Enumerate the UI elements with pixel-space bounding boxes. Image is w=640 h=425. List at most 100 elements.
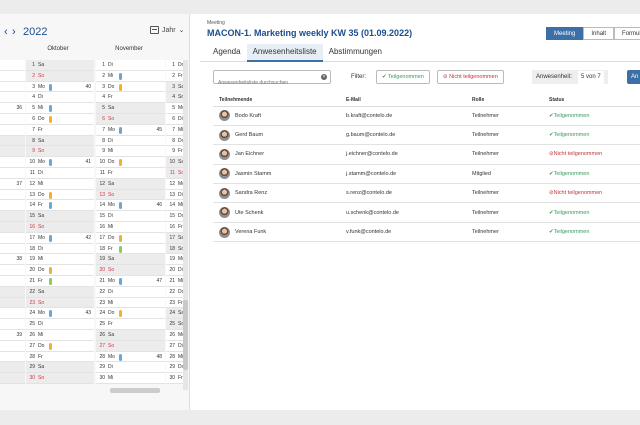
event-marker[interactable]	[119, 353, 122, 361]
calendar-day[interactable]: 10 Mo 41	[26, 157, 94, 168]
event-marker[interactable]	[119, 245, 122, 253]
calendar-day[interactable]: 13 Di	[166, 189, 183, 201]
event-marker[interactable]	[119, 159, 122, 167]
calendar-day[interactable]: 8 Sa	[26, 135, 94, 147]
calendar-day[interactable]	[0, 70, 25, 82]
calendar-day[interactable]: 7 Mo 45	[96, 124, 165, 136]
calendar-day[interactable]: 20 Do	[26, 265, 94, 276]
calendar-day[interactable]: 14 Mi	[166, 200, 183, 212]
event-marker[interactable]	[119, 126, 122, 134]
event-marker[interactable]	[49, 191, 52, 199]
calendar-day[interactable]: 1 Do	[166, 60, 184, 71]
calendar-day[interactable]: 25 So	[166, 319, 184, 330]
calendar-day[interactable]	[0, 211, 25, 222]
table-row[interactable]: Jan Eichner j.eichner@contelo.de Teilnehme…	[213, 144, 640, 165]
event-marker[interactable]	[49, 115, 52, 123]
calendar-day[interactable]: 24 Mo 43	[26, 308, 94, 320]
calendar-day[interactable]: 22 Sa	[26, 286, 94, 298]
table-row[interactable]: Gerd Baum g.baum@contelo.deTeilnehmerTeil…	[213, 125, 640, 146]
calendar-day[interactable]: 18 Di	[26, 243, 94, 255]
calendar-day[interactable]: 37	[0, 178, 25, 190]
calendar-day[interactable]: 6 Di	[166, 113, 183, 125]
calendar-day[interactable]: 15 Do	[166, 211, 184, 222]
calendar-day[interactable]: 7 Mi	[166, 124, 183, 136]
event-marker[interactable]	[49, 267, 52, 275]
calendar-day[interactable]: 21 Mi	[166, 275, 183, 287]
calendar-day[interactable]: 12 Sa	[96, 178, 165, 190]
calendar-day[interactable]: 10 Do	[96, 157, 165, 168]
calendar-day[interactable]: 24 Sa	[166, 308, 184, 320]
calendar-day[interactable]	[0, 308, 25, 320]
calendar-day[interactable]: 26 Mi	[26, 329, 94, 341]
calendar-day[interactable]	[0, 373, 25, 384]
event-marker[interactable]	[119, 234, 122, 242]
column-header-role[interactable]: Rolle	[472, 94, 549, 107]
calendar-day[interactable]	[0, 362, 25, 374]
calendar-day[interactable]: 3 Do	[96, 81, 165, 93]
filter-attended-button[interactable]: ✔ Teilgenommen	[376, 70, 430, 84]
calendar-day[interactable]	[0, 275, 25, 287]
calendar-day[interactable]: 19 Mi	[26, 254, 94, 266]
calendar-day[interactable]: 14 Mo 46	[96, 200, 165, 212]
calendar-day[interactable]: 29 Di	[96, 362, 165, 374]
calendar-day[interactable]	[0, 60, 25, 71]
table-row[interactable]: Verena Funk v.funk@contelo.deTeilnehmerTe…	[213, 222, 640, 243]
next-year-icon[interactable]: ›	[12, 26, 16, 38]
calendar-day[interactable]: 9 So	[26, 146, 94, 158]
table-row[interactable]: Sandra Renz s.renz@contelo.deTeilnehmerNi…	[213, 183, 640, 204]
column-header-status[interactable]: Status	[549, 94, 640, 107]
event-marker[interactable]	[49, 83, 52, 91]
calendar-day[interactable]: 10 Sa	[166, 157, 184, 168]
calendar-day[interactable]	[0, 243, 25, 255]
calendar-day[interactable]: 15 Di	[96, 211, 165, 222]
calendar-day[interactable]	[0, 297, 25, 309]
calendar-day[interactable]: 13 So	[96, 189, 165, 201]
calendar-day[interactable]	[0, 189, 25, 201]
event-marker[interactable]	[49, 277, 52, 285]
calendar-day[interactable]: 17 Mo 42	[26, 232, 94, 244]
calendar-day[interactable]: 14 Fr	[26, 200, 94, 212]
scrollbar-thumb[interactable]	[183, 300, 188, 370]
calendar-day[interactable]: 20 Di	[166, 265, 183, 276]
calendar-day[interactable]: 23 Fr	[166, 297, 183, 309]
calendar-day[interactable]: 27 So	[96, 340, 165, 352]
table-row[interactable]: Bodo Kraft b.kraft@contelo.deTeilnehmerTe…	[213, 106, 640, 126]
calendar-day[interactable]: 12 Mi	[26, 178, 94, 190]
calendar-day[interactable]: 30 Mi	[96, 373, 165, 384]
calendar-day[interactable]: 17 Sa	[166, 232, 184, 244]
column-header-email[interactable]: E-Mail	[346, 94, 472, 107]
event-marker[interactable]	[119, 202, 122, 210]
calendar-day[interactable]: 11 So	[166, 167, 184, 179]
calendar-day[interactable]: 21 Mo 47	[96, 275, 165, 287]
calendar-day[interactable]: 36	[0, 103, 25, 114]
calendar-day[interactable]: 3 Mo 40	[26, 81, 94, 93]
view-tab-formular[interactable]: Formular	[614, 27, 640, 40]
calendar-horizontal-scrollbar[interactable]	[110, 388, 160, 393]
clear-search-icon[interactable]: ×	[321, 74, 327, 80]
event-marker[interactable]	[49, 342, 52, 350]
calendar-day[interactable]	[0, 221, 25, 233]
calendar-day[interactable]: 16 Fr	[166, 221, 183, 233]
calendar-day[interactable]: 24 Do	[96, 308, 165, 320]
calendar-day[interactable]	[0, 92, 25, 104]
calendar-day[interactable]: 12 Mo	[166, 178, 185, 190]
calendar-day[interactable]: 7 Fr	[26, 124, 94, 136]
calendar-day[interactable]	[0, 113, 25, 125]
calendar-day[interactable]: 26 Sa	[96, 329, 165, 341]
calendar-day[interactable]	[0, 200, 25, 212]
column-header-participants[interactable]: Teilnehmende	[213, 94, 346, 107]
calendar-day[interactable]: 4 Fr	[96, 92, 165, 104]
calendar-day[interactable]: 11 Fr	[96, 167, 165, 179]
calendar-day[interactable]	[0, 340, 25, 352]
calendar-day[interactable]: 27 Do	[26, 340, 94, 352]
calendar-day[interactable]: 28 Fr	[26, 351, 94, 363]
calendar-day[interactable]: 25 Di	[26, 319, 94, 330]
calendar-day[interactable]: 13 Do	[26, 189, 94, 201]
calendar-day[interactable]: 8 Do	[166, 135, 184, 147]
calendar-day[interactable]: 30 Fr	[166, 373, 183, 384]
calendar-day[interactable]: 3 Sa	[166, 81, 184, 93]
calendar-day[interactable]	[0, 146, 25, 158]
calendar-day[interactable]	[0, 81, 25, 93]
calendar-day[interactable]	[0, 286, 25, 298]
calendar-vertical-scrollbar[interactable]	[183, 60, 188, 390]
